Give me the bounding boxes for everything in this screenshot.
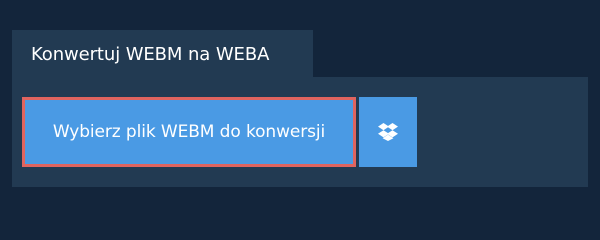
- choose-file-label: Wybierz plik WEBM do konwersji: [52, 122, 326, 142]
- tab-convert-webm-to-weba[interactable]: Konwertuj WEBM na WEBA: [12, 30, 313, 77]
- choose-file-button[interactable]: Wybierz plik WEBM do konwersji: [22, 97, 356, 167]
- tab-title: Konwertuj WEBM na WEBA: [31, 44, 270, 65]
- dropbox-button[interactable]: [359, 97, 417, 167]
- converter-widget: Konwertuj WEBM na WEBA Wybierz plik WEBM…: [0, 0, 600, 230]
- dropbox-icon: [378, 123, 398, 141]
